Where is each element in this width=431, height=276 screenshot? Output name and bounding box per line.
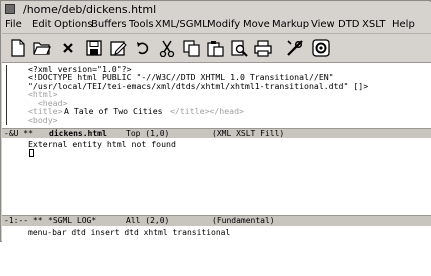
log-line-1: External entity html not found: [28, 139, 176, 149]
application-window: /home/deb/dickens.html File Edit Options…: [0, 0, 431, 242]
print-icon[interactable]: [253, 38, 273, 58]
code-line-6-close-tags: </title></head>: [170, 106, 244, 116]
menu-options[interactable]: Options: [54, 17, 93, 33]
save-icon[interactable]: [84, 38, 104, 58]
menu-tools[interactable]: Tools: [129, 17, 154, 33]
mode-line-log-flags: -1:-- **: [4, 216, 43, 225]
search-icon[interactable]: [229, 38, 249, 58]
copy-icon[interactable]: [181, 38, 201, 58]
menu-dtd[interactable]: DTD: [338, 17, 360, 33]
editor-pane-log[interactable]: External entity html not found: [2, 138, 431, 215]
editor-pane-main[interactable]: <?xml version="1.0"?> <!DOCTYPE html PUB…: [2, 63, 431, 128]
left-fringe: [6, 65, 7, 125]
paste-icon[interactable]: [205, 38, 225, 58]
menu-bar: File Edit Options Buffers Tools XML/SGML…: [2, 17, 431, 34]
menu-xml-sgml[interactable]: XML/SGML: [155, 17, 208, 33]
new-file-icon[interactable]: [8, 38, 28, 58]
tools-icon[interactable]: [285, 38, 305, 58]
mode-line-log-buffer-name: *SGML LOG*: [48, 216, 97, 225]
cut-icon[interactable]: [157, 38, 177, 58]
menu-move[interactable]: Move: [243, 17, 270, 33]
text-cursor: [29, 149, 34, 157]
menu-view[interactable]: View: [311, 17, 335, 33]
close-x-icon[interactable]: [58, 38, 78, 58]
window-title: /home/deb/dickens.html: [23, 3, 157, 16]
toolbar: [2, 34, 431, 63]
menu-edit[interactable]: Edit: [32, 17, 51, 33]
menu-help[interactable]: Help: [392, 17, 415, 33]
save-as-icon[interactable]: [108, 38, 128, 58]
mode-line-log[interactable]: -1:-- ** *SGML LOG* All (2,0) (Fundament…: [2, 215, 431, 226]
open-folder-icon[interactable]: [32, 38, 52, 58]
code-line-7: <body>: [28, 115, 58, 125]
menu-markup[interactable]: Markup: [272, 17, 309, 33]
menu-buffers[interactable]: Buffers: [91, 17, 127, 33]
mode-line-log-modes: (Fundamental): [212, 216, 275, 225]
code-line-6-title-text: A Tale of Two Cities: [64, 106, 163, 116]
menu-file[interactable]: File: [5, 17, 22, 33]
settings-icon[interactable]: [311, 38, 331, 58]
minibuffer[interactable]: menu-bar dtd insert dtd xhtml transition…: [2, 226, 431, 242]
menu-modify[interactable]: Modify: [207, 17, 240, 33]
mode-line-log-position: All (2,0): [126, 216, 170, 225]
minibuffer-text: menu-bar dtd insert dtd xhtml transition…: [28, 228, 231, 237]
undo-icon[interactable]: [133, 38, 153, 58]
window-icon[interactable]: [5, 4, 15, 14]
title-bar[interactable]: /home/deb/dickens.html: [2, 2, 431, 18]
menu-xslt[interactable]: XSLT: [362, 17, 386, 33]
code-line-3: "/usr/local/TEI/tei-emacs/xml/dtds/xhtml…: [28, 81, 369, 91]
